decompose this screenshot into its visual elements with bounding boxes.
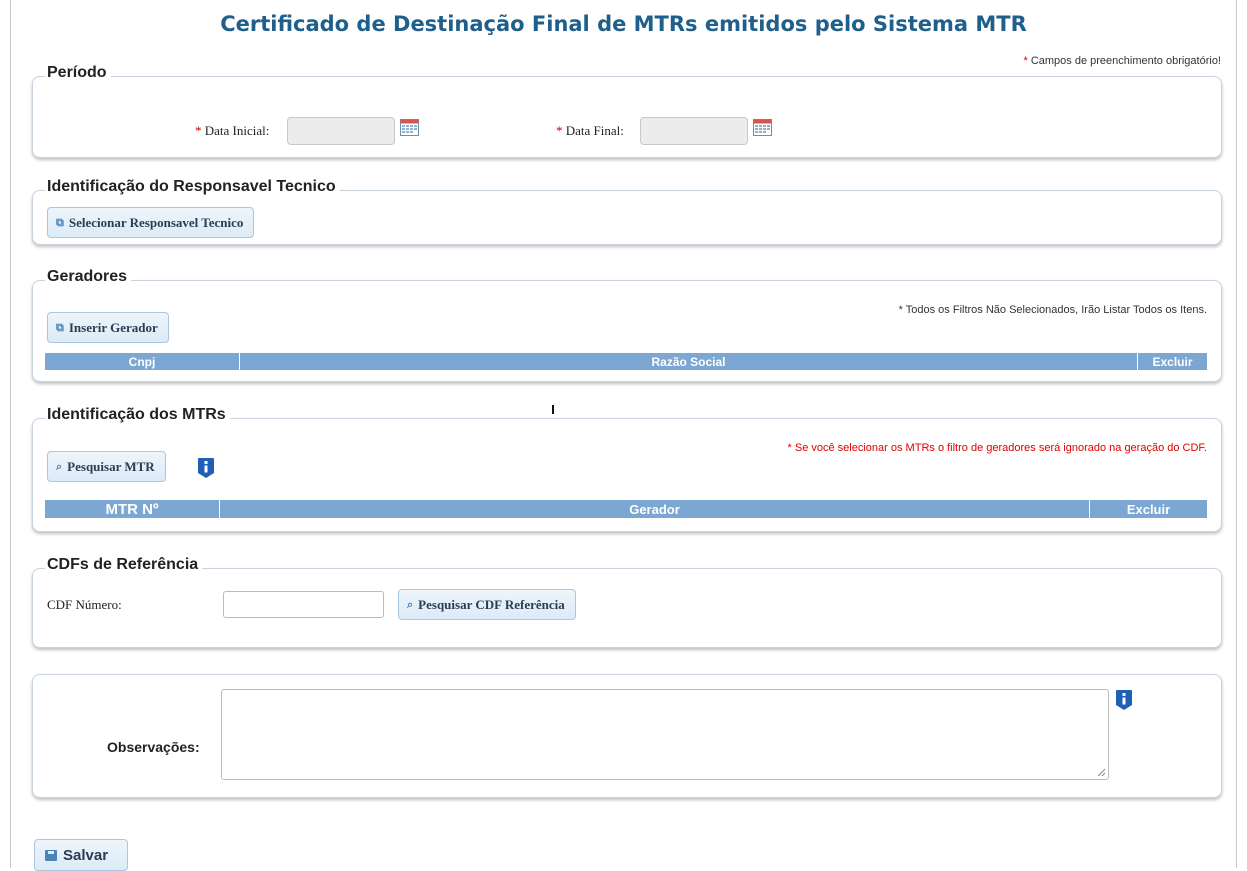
geradores-grid-header: Cnpj Razão Social Excluir: [45, 353, 1207, 370]
data-final-input[interactable]: [640, 117, 748, 145]
save-label: Salvar: [63, 846, 109, 864]
observacoes-section: Observações:: [32, 674, 1222, 798]
data-final-label: * Data Final:: [556, 123, 624, 139]
periodo-legend: Período: [45, 64, 111, 82]
responsavel-legend: Identificação do Responsavel Tecnico: [45, 178, 340, 196]
search-icon: ⌕: [56, 459, 63, 473]
search-icon: ⌕: [407, 597, 414, 611]
selecionar-responsavel-label: Selecionar Responsavel Tecnico: [68, 214, 244, 230]
mtrs-section: Identificação dos MTRs * Se você selecio…: [32, 406, 1222, 532]
cdf-numero-input[interactable]: [223, 591, 384, 618]
geradores-legend: Geradores: [45, 268, 132, 286]
data-inicial-label-text: Data Inicial:: [204, 123, 270, 138]
cdfs-section: CDFs de Referência CDF Número: ⌕ Pesquis…: [32, 556, 1222, 648]
observacoes-textarea[interactable]: [221, 689, 1109, 780]
popup-window-icon: ⧉: [56, 320, 64, 334]
pesquisar-mtr-label: Pesquisar MTR: [67, 458, 155, 474]
mtrs-grid-header: MTR Nº Gerador Excluir: [45, 500, 1207, 518]
pesquisar-cdf-label: Pesquisar CDF Referência: [418, 596, 565, 612]
calendar-icon[interactable]: [753, 119, 772, 136]
popup-window-icon: ⧉: [56, 215, 64, 229]
inserir-gerador-button[interactable]: ⧉ Inserir Gerador: [47, 312, 169, 343]
cdf-numero-label: CDF Número:: [47, 597, 122, 612]
text-cursor-mark: [552, 405, 554, 414]
pesquisar-mtr-button[interactable]: ⌕ Pesquisar MTR: [47, 451, 166, 482]
periodo-section: Período * Data Inicial: * Data Final:: [32, 64, 1222, 158]
save-button[interactable]: Salvar: [34, 839, 128, 871]
responsavel-section: Identificação do Responsavel Tecnico ⧉ S…: [32, 178, 1222, 245]
data-final-label-text: Data Final:: [565, 123, 624, 138]
data-inicial-label: * Data Inicial:: [195, 123, 269, 139]
calendar-icon[interactable]: [400, 119, 419, 136]
selecionar-responsavel-button[interactable]: ⧉ Selecionar Responsavel Tecnico: [47, 207, 255, 238]
mtrs-legend: Identificação dos MTRs: [45, 406, 230, 424]
data-inicial-input[interactable]: [287, 117, 395, 145]
column-header-excluir[interactable]: Excluir: [1090, 500, 1207, 518]
mtrs-note: * Se você selecionar os MTRs o filtro de…: [787, 442, 1207, 454]
geradores-section: Geradores * Todos os Filtros Não Selecio…: [32, 268, 1222, 382]
column-header-gerador[interactable]: Gerador: [220, 500, 1090, 518]
resize-grip-icon[interactable]: [1097, 768, 1106, 777]
column-header-razao-social[interactable]: Razão Social: [240, 353, 1138, 370]
required-star: *: [1023, 55, 1028, 67]
pesquisar-cdf-referencia-button[interactable]: ⌕ Pesquisar CDF Referência: [398, 589, 576, 620]
inserir-gerador-label: Inserir Gerador: [68, 319, 158, 335]
column-header-mtr-numero[interactable]: MTR Nº: [45, 500, 220, 518]
required-star: *: [195, 123, 202, 138]
column-header-excluir[interactable]: Excluir: [1138, 353, 1207, 370]
geradores-note: * Todos os Filtros Não Selecionados, Irã…: [898, 304, 1207, 316]
required-fields-note: * Campos de preenchimento obrigatório!: [1023, 55, 1221, 67]
info-icon[interactable]: [1115, 689, 1133, 711]
page-title: Certificado de Destinação Final de MTRs …: [220, 12, 1027, 36]
observacoes-label: Observações:: [107, 739, 200, 755]
cdfs-legend: CDFs de Referência: [45, 556, 203, 574]
info-icon[interactable]: [197, 457, 215, 479]
column-header-cnpj[interactable]: Cnpj: [45, 353, 240, 370]
save-icon: [45, 849, 57, 861]
required-star: *: [556, 123, 563, 138]
required-note-text: Campos de preenchimento obrigatório!: [1030, 55, 1221, 67]
